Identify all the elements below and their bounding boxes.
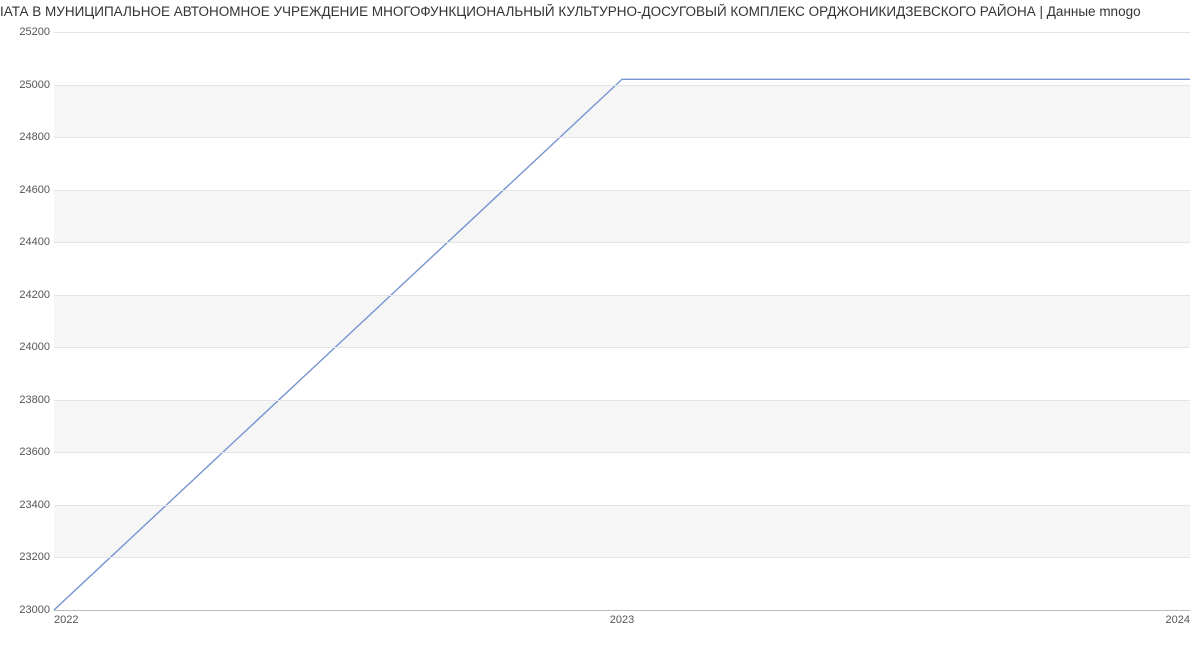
y-tick-label: 25000 bbox=[6, 79, 50, 91]
gridline bbox=[54, 452, 1190, 453]
series-line bbox=[54, 79, 1190, 610]
x-tick-label: 2023 bbox=[610, 614, 634, 626]
chart-container: 23000 23200 23400 23600 23800 24000 24200 24400… bbox=[0, 22, 1200, 642]
gridline bbox=[54, 295, 1190, 296]
gridline bbox=[54, 242, 1190, 243]
y-tick-label: 23600 bbox=[6, 446, 50, 458]
gridline bbox=[54, 505, 1190, 506]
gridline bbox=[54, 85, 1190, 86]
gridline bbox=[54, 32, 1190, 33]
gridline bbox=[54, 557, 1190, 558]
y-tick-label: 23800 bbox=[6, 394, 50, 406]
y-tick-label: 24200 bbox=[6, 289, 50, 301]
x-tick-label: 2024 bbox=[1166, 614, 1190, 626]
x-tick-label: 2022 bbox=[54, 614, 78, 626]
y-tick-label: 24000 bbox=[6, 341, 50, 353]
gridline bbox=[54, 190, 1190, 191]
y-tick-label: 25200 bbox=[6, 26, 50, 38]
gridline bbox=[54, 137, 1190, 138]
y-tick-label: 24800 bbox=[6, 131, 50, 143]
line-layer bbox=[54, 32, 1190, 610]
plot-area bbox=[54, 32, 1190, 611]
y-tick-label: 23200 bbox=[6, 551, 50, 563]
y-tick-label: 24400 bbox=[6, 236, 50, 248]
gridline bbox=[54, 347, 1190, 348]
gridline bbox=[54, 400, 1190, 401]
y-tick-label: 23000 bbox=[6, 604, 50, 616]
chart-title: ІАТА В МУНИЦИПАЛЬНОЕ АВТОНОМНОЕ УЧРЕЖДЕН… bbox=[0, 4, 1200, 19]
y-tick-label: 24600 bbox=[6, 184, 50, 196]
y-tick-label: 23400 bbox=[6, 499, 50, 511]
